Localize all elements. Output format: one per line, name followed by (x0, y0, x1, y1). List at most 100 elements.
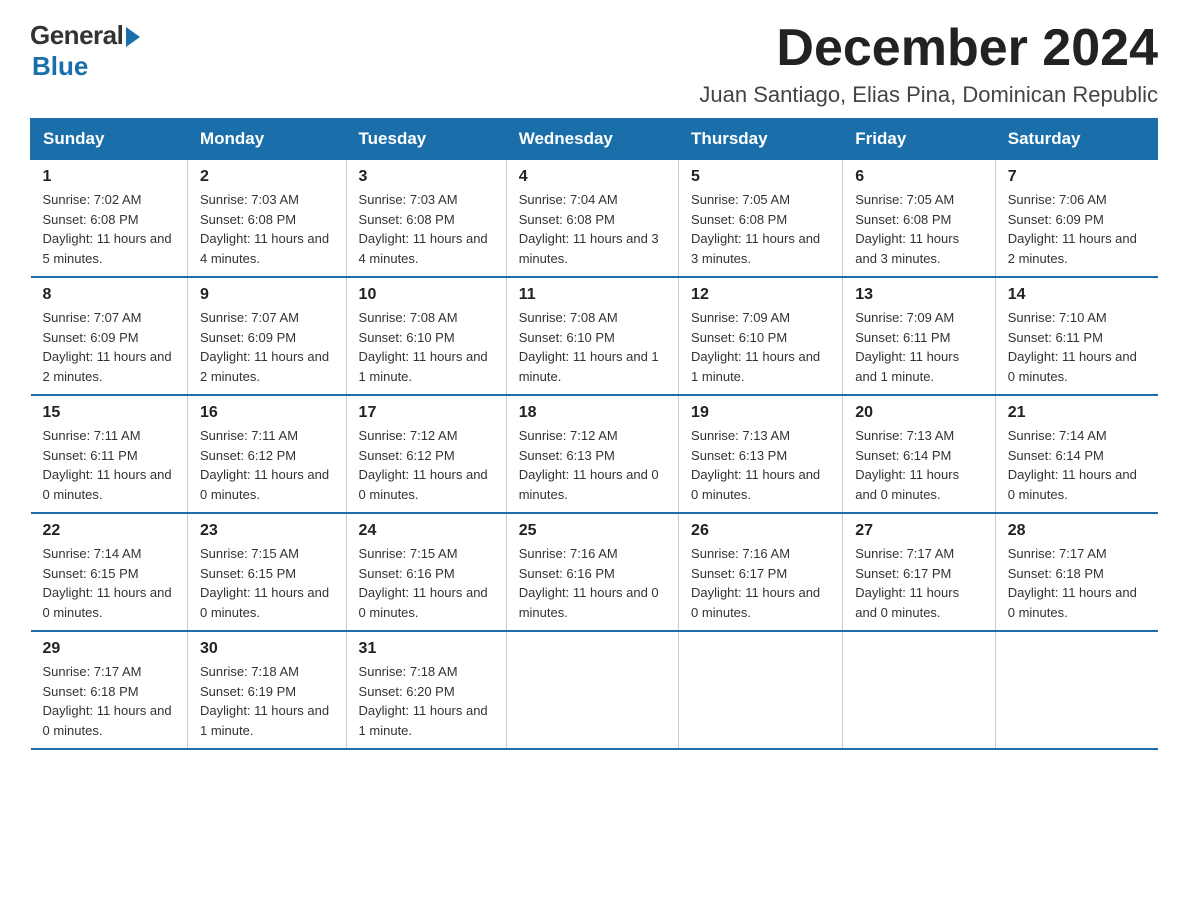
calendar-cell: 30 Sunrise: 7:18 AMSunset: 6:19 PMDaylig… (187, 631, 346, 749)
header-friday: Friday (843, 119, 995, 160)
day-number: 31 (359, 640, 494, 658)
header-thursday: Thursday (679, 119, 843, 160)
calendar-cell: 27 Sunrise: 7:17 AMSunset: 6:17 PMDaylig… (843, 513, 995, 631)
calendar-cell: 31 Sunrise: 7:18 AMSunset: 6:20 PMDaylig… (346, 631, 506, 749)
day-number: 7 (1008, 168, 1146, 186)
header-sunday: Sunday (31, 119, 188, 160)
calendar-header-row: SundayMondayTuesdayWednesdayThursdayFrid… (31, 119, 1158, 160)
day-info: Sunrise: 7:07 AMSunset: 6:09 PMDaylight:… (43, 308, 175, 386)
day-info: Sunrise: 7:16 AMSunset: 6:17 PMDaylight:… (691, 544, 830, 622)
calendar-cell: 3 Sunrise: 7:03 AMSunset: 6:08 PMDayligh… (346, 160, 506, 278)
calendar-cell: 25 Sunrise: 7:16 AMSunset: 6:16 PMDaylig… (506, 513, 678, 631)
calendar-cell: 10 Sunrise: 7:08 AMSunset: 6:10 PMDaylig… (346, 277, 506, 395)
title-section: December 2024 Juan Santiago, Elias Pina,… (699, 20, 1158, 108)
calendar-week-row: 29 Sunrise: 7:17 AMSunset: 6:18 PMDaylig… (31, 631, 1158, 749)
calendar-cell: 20 Sunrise: 7:13 AMSunset: 6:14 PMDaylig… (843, 395, 995, 513)
day-info: Sunrise: 7:17 AMSunset: 6:18 PMDaylight:… (43, 662, 175, 740)
logo-general-text: General (30, 20, 123, 51)
page-header: General Blue December 2024 Juan Santiago… (30, 20, 1158, 108)
day-info: Sunrise: 7:18 AMSunset: 6:20 PMDaylight:… (359, 662, 494, 740)
day-info: Sunrise: 7:03 AMSunset: 6:08 PMDaylight:… (359, 190, 494, 268)
calendar-cell (843, 631, 995, 749)
day-number: 2 (200, 168, 334, 186)
day-info: Sunrise: 7:11 AMSunset: 6:12 PMDaylight:… (200, 426, 334, 504)
day-number: 14 (1008, 286, 1146, 304)
calendar-cell: 14 Sunrise: 7:10 AMSunset: 6:11 PMDaylig… (995, 277, 1157, 395)
calendar-cell (679, 631, 843, 749)
logo-blue-text: Blue (32, 51, 88, 82)
calendar-week-row: 15 Sunrise: 7:11 AMSunset: 6:11 PMDaylig… (31, 395, 1158, 513)
day-number: 17 (359, 404, 494, 422)
day-number: 15 (43, 404, 175, 422)
day-number: 24 (359, 522, 494, 540)
calendar-cell: 18 Sunrise: 7:12 AMSunset: 6:13 PMDaylig… (506, 395, 678, 513)
day-number: 11 (519, 286, 666, 304)
month-title: December 2024 (699, 20, 1158, 77)
day-number: 20 (855, 404, 982, 422)
header-wednesday: Wednesday (506, 119, 678, 160)
calendar-cell: 22 Sunrise: 7:14 AMSunset: 6:15 PMDaylig… (31, 513, 188, 631)
day-info: Sunrise: 7:08 AMSunset: 6:10 PMDaylight:… (519, 308, 666, 386)
calendar-cell: 23 Sunrise: 7:15 AMSunset: 6:15 PMDaylig… (187, 513, 346, 631)
day-number: 16 (200, 404, 334, 422)
calendar-cell: 26 Sunrise: 7:16 AMSunset: 6:17 PMDaylig… (679, 513, 843, 631)
logo: General Blue (30, 20, 140, 82)
day-info: Sunrise: 7:11 AMSunset: 6:11 PMDaylight:… (43, 426, 175, 504)
calendar-cell: 9 Sunrise: 7:07 AMSunset: 6:09 PMDayligh… (187, 277, 346, 395)
day-info: Sunrise: 7:18 AMSunset: 6:19 PMDaylight:… (200, 662, 334, 740)
day-number: 18 (519, 404, 666, 422)
calendar-cell: 11 Sunrise: 7:08 AMSunset: 6:10 PMDaylig… (506, 277, 678, 395)
calendar-week-row: 1 Sunrise: 7:02 AMSunset: 6:08 PMDayligh… (31, 160, 1158, 278)
day-info: Sunrise: 7:15 AMSunset: 6:15 PMDaylight:… (200, 544, 334, 622)
header-saturday: Saturday (995, 119, 1157, 160)
day-info: Sunrise: 7:05 AMSunset: 6:08 PMDaylight:… (691, 190, 830, 268)
day-number: 3 (359, 168, 494, 186)
day-number: 8 (43, 286, 175, 304)
calendar-cell: 12 Sunrise: 7:09 AMSunset: 6:10 PMDaylig… (679, 277, 843, 395)
day-number: 22 (43, 522, 175, 540)
day-info: Sunrise: 7:09 AMSunset: 6:11 PMDaylight:… (855, 308, 982, 386)
day-info: Sunrise: 7:12 AMSunset: 6:12 PMDaylight:… (359, 426, 494, 504)
calendar-cell: 19 Sunrise: 7:13 AMSunset: 6:13 PMDaylig… (679, 395, 843, 513)
calendar-cell: 5 Sunrise: 7:05 AMSunset: 6:08 PMDayligh… (679, 160, 843, 278)
day-info: Sunrise: 7:16 AMSunset: 6:16 PMDaylight:… (519, 544, 666, 622)
calendar-cell: 7 Sunrise: 7:06 AMSunset: 6:09 PMDayligh… (995, 160, 1157, 278)
day-number: 30 (200, 640, 334, 658)
day-info: Sunrise: 7:09 AMSunset: 6:10 PMDaylight:… (691, 308, 830, 386)
calendar-cell: 17 Sunrise: 7:12 AMSunset: 6:12 PMDaylig… (346, 395, 506, 513)
calendar-week-row: 22 Sunrise: 7:14 AMSunset: 6:15 PMDaylig… (31, 513, 1158, 631)
calendar-cell: 15 Sunrise: 7:11 AMSunset: 6:11 PMDaylig… (31, 395, 188, 513)
day-info: Sunrise: 7:17 AMSunset: 6:18 PMDaylight:… (1008, 544, 1146, 622)
day-info: Sunrise: 7:02 AMSunset: 6:08 PMDaylight:… (43, 190, 175, 268)
day-number: 19 (691, 404, 830, 422)
day-number: 13 (855, 286, 982, 304)
day-info: Sunrise: 7:03 AMSunset: 6:08 PMDaylight:… (200, 190, 334, 268)
day-number: 4 (519, 168, 666, 186)
calendar-cell: 8 Sunrise: 7:07 AMSunset: 6:09 PMDayligh… (31, 277, 188, 395)
day-info: Sunrise: 7:07 AMSunset: 6:09 PMDaylight:… (200, 308, 334, 386)
calendar-week-row: 8 Sunrise: 7:07 AMSunset: 6:09 PMDayligh… (31, 277, 1158, 395)
day-info: Sunrise: 7:17 AMSunset: 6:17 PMDaylight:… (855, 544, 982, 622)
day-info: Sunrise: 7:13 AMSunset: 6:13 PMDaylight:… (691, 426, 830, 504)
calendar-cell: 29 Sunrise: 7:17 AMSunset: 6:18 PMDaylig… (31, 631, 188, 749)
day-number: 6 (855, 168, 982, 186)
day-number: 9 (200, 286, 334, 304)
day-info: Sunrise: 7:04 AMSunset: 6:08 PMDaylight:… (519, 190, 666, 268)
header-monday: Monday (187, 119, 346, 160)
day-info: Sunrise: 7:08 AMSunset: 6:10 PMDaylight:… (359, 308, 494, 386)
day-number: 26 (691, 522, 830, 540)
day-info: Sunrise: 7:05 AMSunset: 6:08 PMDaylight:… (855, 190, 982, 268)
day-info: Sunrise: 7:06 AMSunset: 6:09 PMDaylight:… (1008, 190, 1146, 268)
day-number: 1 (43, 168, 175, 186)
day-number: 5 (691, 168, 830, 186)
day-number: 12 (691, 286, 830, 304)
day-info: Sunrise: 7:14 AMSunset: 6:15 PMDaylight:… (43, 544, 175, 622)
logo-arrow-icon (126, 27, 140, 47)
location-title: Juan Santiago, Elias Pina, Dominican Rep… (699, 82, 1158, 108)
calendar-cell (995, 631, 1157, 749)
calendar-cell: 13 Sunrise: 7:09 AMSunset: 6:11 PMDaylig… (843, 277, 995, 395)
calendar-cell: 6 Sunrise: 7:05 AMSunset: 6:08 PMDayligh… (843, 160, 995, 278)
calendar-table: SundayMondayTuesdayWednesdayThursdayFrid… (30, 118, 1158, 750)
calendar-cell: 1 Sunrise: 7:02 AMSunset: 6:08 PMDayligh… (31, 160, 188, 278)
day-number: 27 (855, 522, 982, 540)
